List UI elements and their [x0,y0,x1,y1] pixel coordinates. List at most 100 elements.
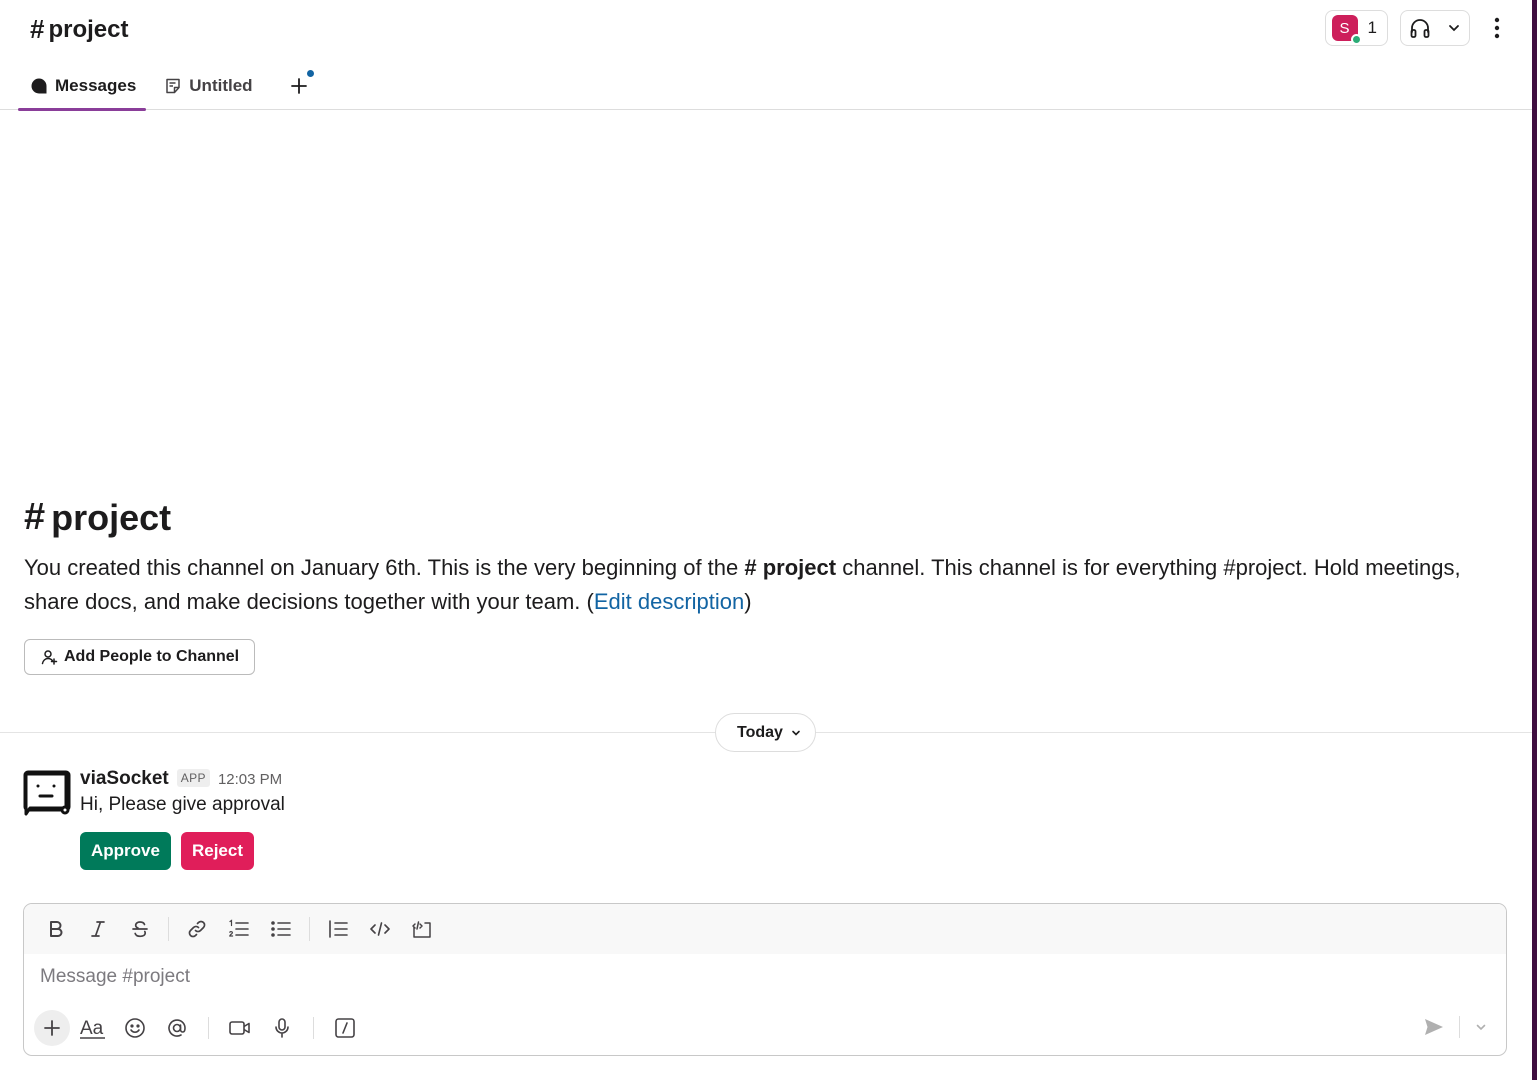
message-bubble-icon [31,78,47,94]
huddle-options-button[interactable] [1439,11,1469,45]
send-controls [1415,1009,1496,1045]
header-actions: S 1 [1324,10,1512,46]
intro-text-before: You created this channel on January 6th.… [24,555,739,580]
mention-button[interactable] [158,1010,196,1046]
members-button[interactable]: S 1 [1324,10,1388,46]
strikethrough-icon [132,921,148,938]
send-button[interactable] [1415,1009,1453,1045]
emoji-icon [125,1018,145,1038]
send-icon [1425,1019,1443,1035]
day-divider-label: Today [737,723,783,741]
bold-button[interactable] [36,912,76,946]
bulleted-list-button[interactable] [261,912,301,946]
tab-untitled-label: Untitled [189,76,253,95]
avatar: S [1331,15,1362,45]
slash-command-icon [335,1018,355,1038]
edit-description-link[interactable]: Edit description [594,589,744,614]
add-people-label: Add People to Channel [64,648,240,665]
link-icon [188,920,206,938]
huddle-control [1400,10,1470,46]
composer-divider [208,1017,209,1039]
video-clip-button[interactable] [221,1010,259,1046]
chevron-down-icon [1476,1024,1486,1031]
plus-icon [290,78,307,94]
toolbar-divider [309,917,310,941]
chevron-down-icon [792,730,800,736]
headphones-icon [1410,19,1430,38]
huddle-button[interactable] [1401,11,1439,45]
canvas-icon [166,78,181,94]
add-people-button[interactable]: Add People to Channel [24,639,256,675]
microphone-icon [275,1018,289,1038]
message-text: Hi, Please give approval [80,794,285,815]
add-person-icon [41,650,58,665]
workspace-frame-strip [1532,0,1537,1080]
code-block-button[interactable] [402,912,442,946]
schedule-send-button[interactable] [1466,1009,1496,1045]
intro-title: # project [24,496,1514,539]
members-count: 1 [1367,18,1377,37]
intro-text-close: ) [744,589,752,614]
strikethrough-button[interactable] [120,912,160,946]
notification-dot [306,70,314,77]
hash-icon: # [24,496,46,538]
audio-clip-button[interactable] [263,1010,301,1046]
tab-untitled[interactable]: Untitled [152,62,262,110]
svg-text:Aa: Aa [80,1018,104,1039]
channel-header: # project S 1 Messages Untitled [0,0,1532,111]
tab-messages[interactable]: Messages [18,62,147,111]
code-button[interactable] [360,912,400,946]
message-body: viaSocket APP 12:03 PM Hi, Please give a… [80,768,285,870]
tab-messages-label: Messages [55,76,137,95]
composer-divider [313,1017,314,1039]
add-tab-button[interactable] [279,62,319,110]
intro-channel-name: project [51,496,172,538]
hash-icon: # [30,14,45,44]
italic-icon [91,921,105,937]
send-divider [1459,1016,1460,1038]
attach-button[interactable] [34,1010,70,1046]
bulleted-list-icon [271,921,291,937]
channel-title-button[interactable]: # project [30,14,128,45]
formatting-toolbar [24,904,1506,954]
message-timestamp[interactable]: 12:03 PM [218,771,282,788]
toolbar-divider [168,917,169,941]
intro-description: You created this channel on January 6th.… [24,551,1514,619]
ordered-list-button[interactable] [219,912,259,946]
presence-dot [1350,34,1362,45]
message-author[interactable]: viaSocket [80,768,169,790]
message-input[interactable]: Message #project [40,966,190,988]
more-actions-button[interactable] [1482,10,1512,46]
formatting-toggle-button[interactable]: Aa [74,1010,112,1046]
code-icon [370,922,390,936]
intro-channel-ref[interactable]: # project [744,555,836,580]
link-button[interactable] [177,912,217,946]
channel-tabs: Messages Untitled [18,62,319,111]
channel-intro: # project You created this channel on Ja… [24,496,1514,675]
reject-button[interactable]: Reject [180,832,254,870]
bold-icon [50,921,63,937]
shortcuts-button[interactable] [326,1010,364,1046]
composer-actions: Aa [34,1009,1496,1047]
video-camera-icon [229,1021,250,1035]
channel-name: project [48,15,129,43]
bot-avatar-icon[interactable] [22,768,72,818]
at-sign-icon [168,1019,186,1037]
ordered-list-icon [229,919,249,937]
kebab-icon [1494,17,1500,39]
text-format-icon: Aa [80,1018,105,1039]
blockquote-button[interactable] [318,912,358,946]
approve-button[interactable]: Approve [80,832,171,870]
blockquote-icon [329,920,348,938]
emoji-button[interactable] [116,1010,154,1046]
message-actions: Approve Reject [80,832,285,870]
avatar-initial: S [1339,19,1350,37]
chevron-down-icon [1449,25,1459,32]
app-badge: APP [176,769,210,787]
day-divider-button[interactable]: Today [715,713,816,752]
code-block-icon [412,921,431,938]
italic-button[interactable] [78,912,118,946]
message-composer: Message #project Aa [23,903,1507,1056]
plus-icon [44,1020,60,1036]
message-header: viaSocket APP 12:03 PM [80,768,285,790]
